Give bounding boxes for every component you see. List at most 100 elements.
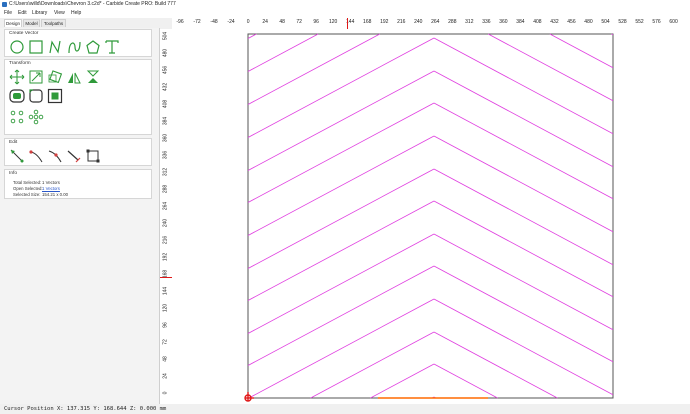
ruler-v-tick: 288 bbox=[162, 184, 169, 194]
canvas-drawing[interactable] bbox=[172, 29, 690, 404]
node-edit-icon[interactable] bbox=[9, 148, 25, 164]
chevron-line-left bbox=[370, 363, 435, 399]
ruler-v-tick: 0 bbox=[162, 391, 169, 395]
join-icon[interactable] bbox=[47, 148, 63, 164]
ruler-h-tick: 288 bbox=[448, 19, 457, 25]
ruler-h-tick: -72 bbox=[193, 19, 201, 25]
tab-design[interactable]: Design bbox=[4, 19, 22, 27]
scale-icon[interactable] bbox=[28, 69, 44, 85]
transform-section: Transform bbox=[4, 59, 152, 135]
ruler-h-tick: 600 bbox=[669, 19, 678, 25]
tab-toolpaths[interactable]: Toolpaths bbox=[41, 19, 66, 27]
text-icon[interactable] bbox=[104, 39, 120, 55]
move-icon[interactable] bbox=[9, 69, 25, 85]
window-title: C:\Users\willd\Downloads\Chevron 3.c2d* … bbox=[9, 1, 176, 7]
chevron-line-left bbox=[247, 37, 435, 138]
ruler-v-tick: 336 bbox=[162, 150, 169, 160]
chevron-line-left bbox=[247, 102, 435, 203]
chevron-line-left bbox=[310, 331, 435, 399]
mirror-icon[interactable] bbox=[66, 69, 82, 85]
chevron-line-right bbox=[433, 135, 614, 233]
chevron-line-right bbox=[433, 70, 614, 168]
chevron-line-left bbox=[247, 33, 319, 72]
menu-bar: File Edit Library View Help bbox=[0, 9, 690, 18]
ruler-v-tick: 360 bbox=[162, 133, 169, 143]
ruler-h-tick: 72 bbox=[296, 19, 302, 25]
mode-tabs: Design Model Toolpaths bbox=[0, 18, 160, 28]
polygon-icon[interactable] bbox=[85, 39, 101, 55]
cursor-position: Cursor Position X: 137.315 Y: 168.644 Z:… bbox=[4, 406, 167, 412]
ruler-h-tick: -48 bbox=[210, 19, 218, 25]
polyline-icon[interactable] bbox=[47, 39, 63, 55]
menu-edit[interactable]: Edit bbox=[18, 9, 27, 18]
flip-icon[interactable] bbox=[85, 69, 101, 85]
chevron-line-left bbox=[247, 233, 435, 334]
offset-icon[interactable] bbox=[9, 88, 25, 104]
transform-title: Transform bbox=[9, 61, 31, 66]
app-logo-icon bbox=[2, 2, 7, 7]
chevron-line-left bbox=[247, 135, 435, 236]
chevron-line-left bbox=[247, 200, 435, 301]
info-section: Info Total Selected: 1 Vectors Open Sele… bbox=[4, 169, 152, 199]
chevron-line-right bbox=[549, 33, 614, 69]
stock-outline bbox=[247, 33, 614, 399]
ruler-v-tick: 384 bbox=[162, 116, 169, 126]
ruler-v-tick: 456 bbox=[162, 65, 169, 75]
rectangle-icon[interactable] bbox=[28, 39, 44, 55]
selected-size-label: Selected Size: bbox=[13, 192, 41, 197]
total-selected-label: Total Selected: bbox=[13, 180, 42, 185]
ruler-v-tick: 240 bbox=[162, 218, 169, 228]
ruler-v-tick: 144 bbox=[162, 286, 169, 296]
menu-library[interactable]: Library bbox=[32, 9, 47, 18]
total-selected-value: 1 Vectors bbox=[42, 180, 60, 185]
ruler-h-tick: 264 bbox=[431, 19, 440, 25]
ruler-h-tick: 408 bbox=[533, 19, 542, 25]
ruler-h-cursor-marker bbox=[347, 18, 348, 29]
bounding-box-icon[interactable] bbox=[85, 148, 101, 164]
ruler-h-tick: 192 bbox=[380, 19, 389, 25]
ruler-h-tick: 432 bbox=[550, 19, 559, 25]
chevron-line-left bbox=[247, 265, 435, 366]
trim-icon[interactable] bbox=[66, 148, 82, 164]
boolean-icon[interactable] bbox=[47, 88, 63, 104]
curve-icon[interactable] bbox=[66, 39, 82, 55]
rotate-icon[interactable] bbox=[47, 69, 63, 85]
cut-icon[interactable] bbox=[28, 148, 44, 164]
chevron-line-right bbox=[488, 33, 614, 102]
ruler-h-tick: 456 bbox=[567, 19, 576, 25]
ruler-h-tick: -96 bbox=[176, 19, 184, 25]
chevron-line-right bbox=[433, 363, 498, 399]
status-bar: Cursor Position X: 137.315 Y: 168.644 Z:… bbox=[0, 404, 690, 414]
ruler-h-tick: 312 bbox=[465, 19, 474, 25]
tab-model[interactable]: Model bbox=[23, 19, 40, 27]
menu-help[interactable]: Help bbox=[71, 9, 81, 18]
circle-array-icon[interactable] bbox=[9, 109, 25, 125]
ruler-h-tick: 552 bbox=[635, 19, 644, 25]
create-vector-title: Create Vector bbox=[9, 31, 39, 36]
ruler-h-tick: 48 bbox=[279, 19, 285, 25]
ruler-v-tick: 120 bbox=[162, 303, 169, 313]
chevron-line-right bbox=[433, 102, 614, 200]
chevron-line-left bbox=[247, 33, 257, 39]
ruler-h-tick: 360 bbox=[499, 19, 508, 25]
open-selected-label: Open Selected: bbox=[13, 186, 43, 191]
fillet-icon[interactable] bbox=[28, 88, 44, 104]
menu-file[interactable]: File bbox=[4, 9, 12, 18]
ruler-h-tick: 384 bbox=[516, 19, 525, 25]
edit-title: Edit bbox=[9, 140, 18, 145]
create-vector-section: Create Vector bbox=[4, 29, 152, 57]
open-selected-link[interactable]: 1 Vectors bbox=[42, 186, 60, 191]
ruler-h-tick: 96 bbox=[313, 19, 319, 25]
ruler-v-tick: 504 bbox=[162, 31, 169, 41]
ruler-v-tick: 432 bbox=[162, 82, 169, 92]
menu-view[interactable]: View bbox=[54, 9, 65, 18]
ruler-h-tick: 504 bbox=[601, 19, 610, 25]
ruler-h-tick: 120 bbox=[329, 19, 338, 25]
ruler-v-tick: 480 bbox=[162, 48, 169, 58]
grid-array-icon[interactable] bbox=[28, 109, 44, 125]
chevron-line-right bbox=[433, 265, 614, 363]
design-canvas[interactable] bbox=[172, 29, 690, 404]
ruler-h-tick: 168 bbox=[363, 19, 372, 25]
ruler-h-tick: 576 bbox=[652, 19, 661, 25]
circle-icon[interactable] bbox=[9, 39, 25, 55]
